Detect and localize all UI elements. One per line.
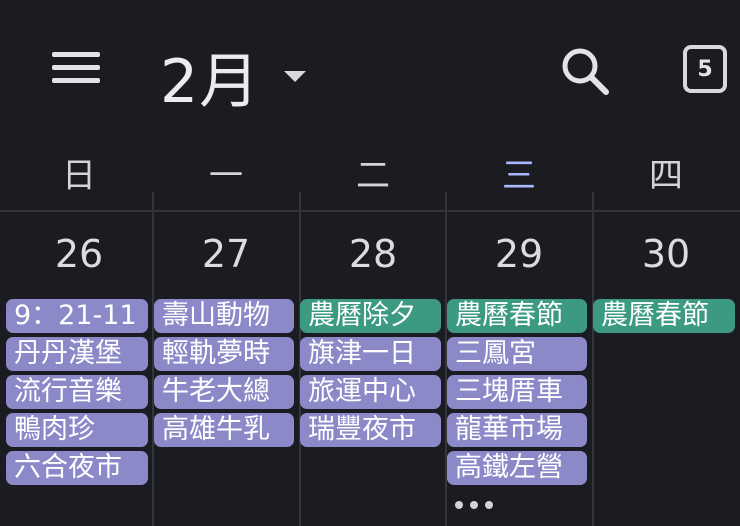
- event-chip-holiday[interactable]: 農曆春節: [447, 299, 587, 333]
- menu-icon[interactable]: [52, 52, 102, 92]
- event-chip[interactable]: 鴨肉珍: [6, 413, 148, 447]
- weekday-sun: 日: [62, 156, 96, 196]
- month-label: 2月: [160, 46, 261, 117]
- grid-divider: [0, 210, 740, 212]
- event-chip[interactable]: 瑞豐夜市: [300, 413, 441, 447]
- event-chip[interactable]: 丹丹漢堡: [6, 337, 148, 371]
- weekday-wed-current: 三: [502, 156, 536, 196]
- event-chip[interactable]: 輕軌夢時: [154, 337, 294, 371]
- event-chip-holiday[interactable]: 農曆春節: [593, 299, 735, 333]
- event-chip[interactable]: 壽山動物: [154, 299, 294, 333]
- date-number[interactable]: 27: [153, 232, 299, 276]
- date-number[interactable]: 26: [6, 232, 152, 276]
- event-chip[interactable]: 三鳳宮: [447, 337, 587, 371]
- app-bar: 2月 5: [0, 0, 740, 140]
- event-chip[interactable]: 牛老大總: [154, 375, 294, 409]
- weekday-tue: 二: [356, 156, 390, 196]
- event-chip[interactable]: 龍華市場: [447, 413, 587, 447]
- event-chip[interactable]: 三塊厝車: [447, 375, 587, 409]
- event-chip[interactable]: 六合夜市: [6, 451, 148, 485]
- weekday-mon: 一: [209, 156, 243, 196]
- date-number[interactable]: 30: [593, 232, 739, 276]
- event-chip-holiday[interactable]: 農曆除夕: [300, 299, 441, 333]
- event-chip[interactable]: 旗津一日: [300, 337, 441, 371]
- event-chip[interactable]: 旅運中心: [300, 375, 441, 409]
- date-number[interactable]: 29: [446, 232, 592, 276]
- event-chip[interactable]: 高雄牛乳: [154, 413, 294, 447]
- event-chip[interactable]: 9：21-11: [6, 299, 148, 333]
- date-number[interactable]: 28: [300, 232, 446, 276]
- caret-down-icon: [284, 70, 307, 82]
- event-chip[interactable]: 高鐵左營: [447, 451, 587, 485]
- calendar-today-icon[interactable]: 5: [683, 45, 727, 93]
- weekday-header: 日 一 二 三 四: [0, 148, 740, 196]
- event-chip[interactable]: 流行音樂: [6, 375, 148, 409]
- weekday-thu: 四: [649, 156, 683, 196]
- month-selector[interactable]: 2月: [160, 36, 307, 117]
- more-events-icon[interactable]: [453, 497, 495, 513]
- search-icon[interactable]: [558, 44, 614, 100]
- today-date-badge: 5: [697, 56, 713, 82]
